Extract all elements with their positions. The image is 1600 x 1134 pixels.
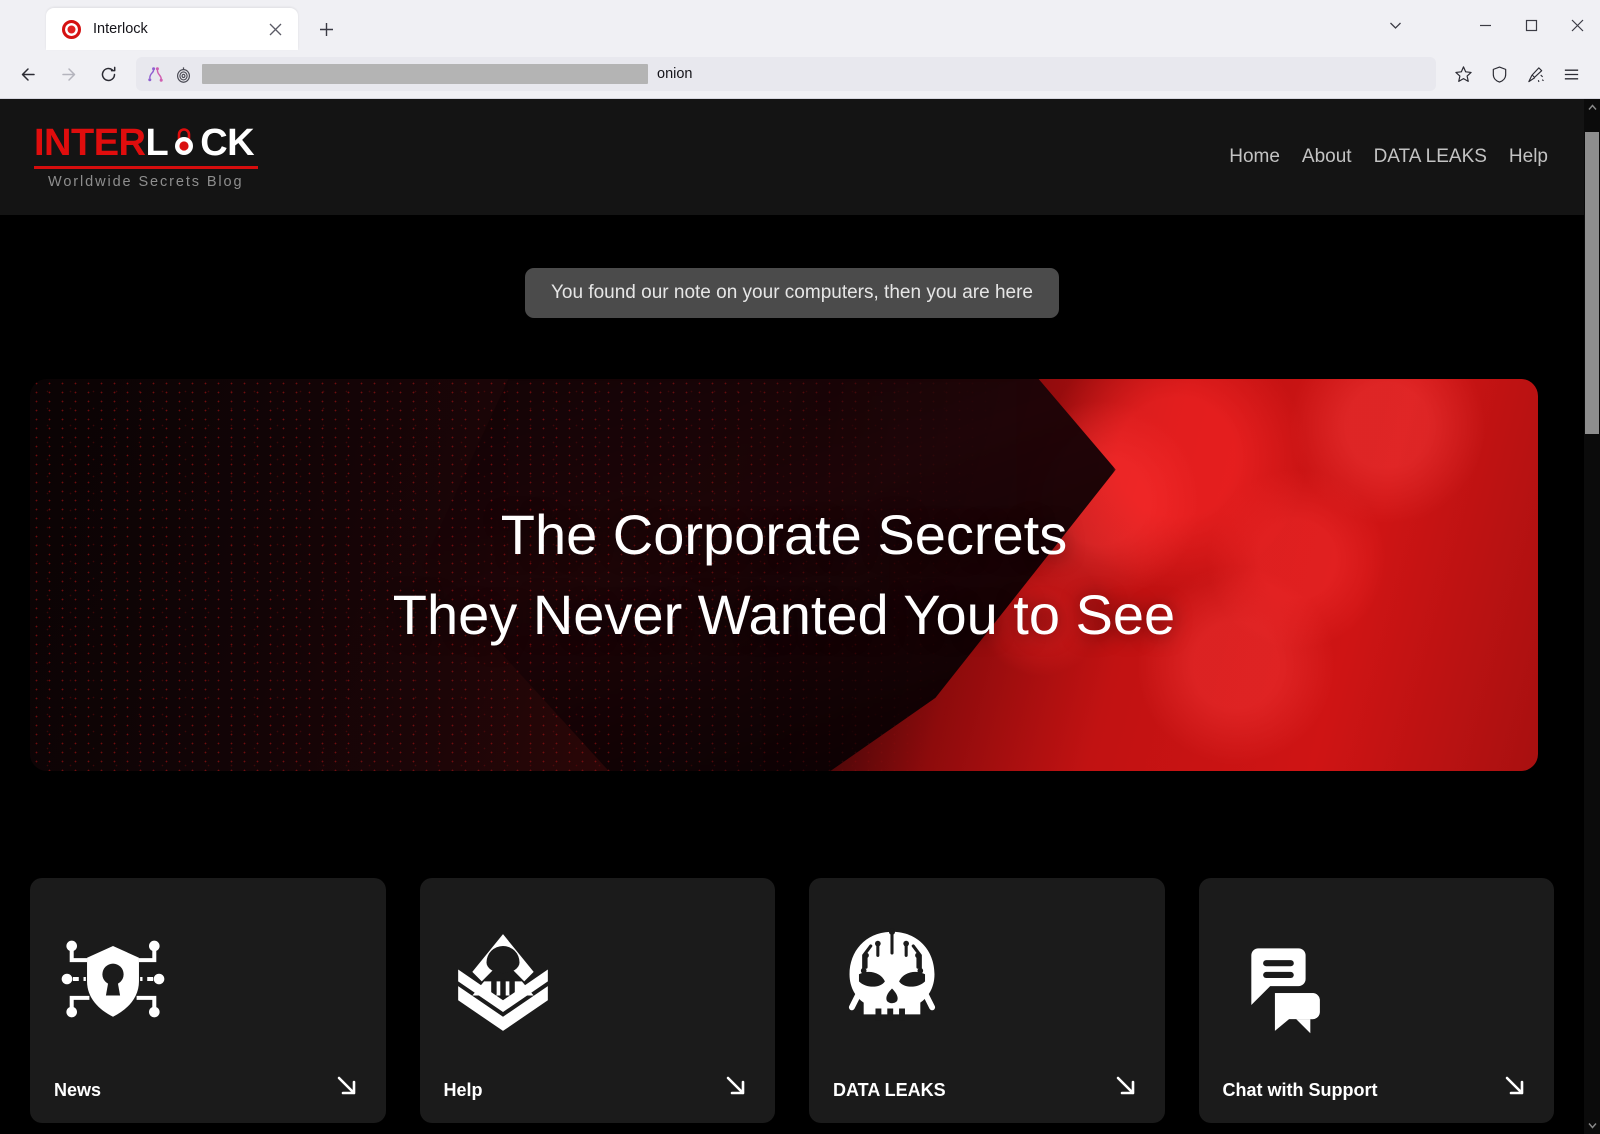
close-icon[interactable] — [1554, 3, 1600, 47]
interlock-circle-favicon — [62, 19, 81, 39]
hero-title-line2: They Never Wanted You to See — [392, 583, 1176, 646]
hero-title-line1: The Corporate Secrets — [500, 503, 1068, 567]
address-bar[interactable]: onion — [136, 57, 1436, 91]
logo-wordmark: INTER L CK — [34, 124, 258, 162]
arrow-down-right-icon[interactable] — [1500, 1071, 1530, 1101]
star-icon[interactable] — [1446, 57, 1480, 91]
redacted-url — [202, 64, 648, 84]
hamburger-menu-icon[interactable] — [1554, 57, 1588, 91]
card-label: Chat with Support — [1222, 1080, 1378, 1100]
card-data-leaks[interactable]: DATA LEAKS — [809, 878, 1165, 1123]
chat-bubbles-icon — [1223, 920, 1341, 1038]
card-footer: DATA LEAKS — [833, 1071, 1141, 1101]
logo-underline — [34, 166, 258, 169]
forward-arrow-icon[interactable] — [50, 57, 86, 91]
nav-item-home[interactable]: Home — [1229, 146, 1280, 168]
maximize-icon[interactable] — [1508, 3, 1554, 47]
onion-icon[interactable] — [174, 65, 193, 84]
hero-banner: The Corporate Secrets They Never Wanted … — [30, 379, 1538, 771]
notification-row: You found our note on your computers, th… — [0, 215, 1584, 318]
site-header: INTER L CK Worldwide Secrets Blog Home A… — [0, 99, 1584, 215]
card-help[interactable]: Help — [419, 878, 775, 1123]
notification-banner: You found our note on your computers, th… — [524, 268, 1059, 318]
window-controls — [1372, 0, 1600, 50]
browser-tab[interactable]: Interlock — [46, 8, 298, 50]
nav-item-data-leaks[interactable]: DATA LEAKS — [1374, 146, 1487, 168]
arrow-down-right-icon[interactable] — [1111, 1071, 1141, 1101]
card-label: Help — [443, 1080, 483, 1100]
card-chat-with-support[interactable]: Chat with Support — [1198, 878, 1554, 1123]
site-navigation: Home About DATA LEAKS Help — [1229, 146, 1548, 168]
card-footer: Chat with Support — [1223, 1071, 1531, 1101]
logo-text-inter: INTER — [34, 122, 146, 164]
arrow-down-right-icon[interactable] — [332, 1071, 362, 1101]
close-icon[interactable] — [264, 18, 286, 40]
chevron-down-icon[interactable] — [1372, 3, 1418, 47]
browser-titlebar: Interlock — [0, 0, 1600, 50]
padlock-icon — [169, 126, 199, 160]
card-footer: News — [54, 1071, 362, 1101]
browser-toolbar-icons — [1446, 57, 1588, 91]
minimize-icon[interactable] — [1462, 3, 1508, 47]
card-footer: Help — [444, 1071, 752, 1101]
scrollbar-thumb[interactable] — [1585, 132, 1599, 434]
card-label: News — [54, 1080, 102, 1100]
arrow-down-right-icon[interactable] — [721, 1071, 751, 1101]
page-viewport: INTER L CK Worldwide Secrets Blog Home A… — [0, 98, 1600, 1134]
shield-keyhole-network-icon — [54, 920, 172, 1038]
quick-links-cards: News Help DATA LEAKS Chat with Support — [0, 771, 1584, 1123]
card-label: DATA LEAKS — [833, 1080, 946, 1100]
site-logo[interactable]: INTER L CK Worldwide Secrets Blog — [34, 124, 258, 190]
hooded-figure-chevrons-icon — [444, 920, 562, 1038]
cyber-skull-icon — [833, 920, 951, 1038]
back-arrow-icon[interactable] — [10, 57, 46, 91]
scroll-up-arrow[interactable] — [1584, 99, 1600, 116]
reload-icon[interactable] — [90, 57, 126, 91]
tor-circuit-icon[interactable] — [146, 65, 165, 84]
logo-text-l: L — [145, 122, 169, 164]
card-news[interactable]: News — [30, 878, 386, 1123]
broom-icon[interactable] — [1518, 57, 1552, 91]
new-tab-button[interactable] — [310, 13, 342, 45]
scrollbar-track[interactable] — [1584, 116, 1600, 1117]
logo-text-ck: CK — [200, 122, 255, 164]
hero-title: The Corporate Secrets They Never Wanted … — [393, 495, 1175, 654]
shield-icon[interactable] — [1482, 57, 1516, 91]
web-page: INTER L CK Worldwide Secrets Blog Home A… — [0, 99, 1584, 1134]
nav-item-about[interactable]: About — [1302, 146, 1352, 168]
browser-navbar: onion — [0, 50, 1600, 98]
browser-window: Interlock onion INTER L CK Worldwide Sec… — [0, 0, 1600, 1134]
tab-title: Interlock — [93, 21, 148, 37]
url-suffix-text: onion — [657, 66, 693, 82]
logo-tagline: Worldwide Secrets Blog — [48, 174, 244, 190]
scroll-down-arrow[interactable] — [1584, 1117, 1600, 1134]
page-scrollbar[interactable] — [1584, 99, 1600, 1134]
nav-item-help[interactable]: Help — [1509, 146, 1548, 168]
